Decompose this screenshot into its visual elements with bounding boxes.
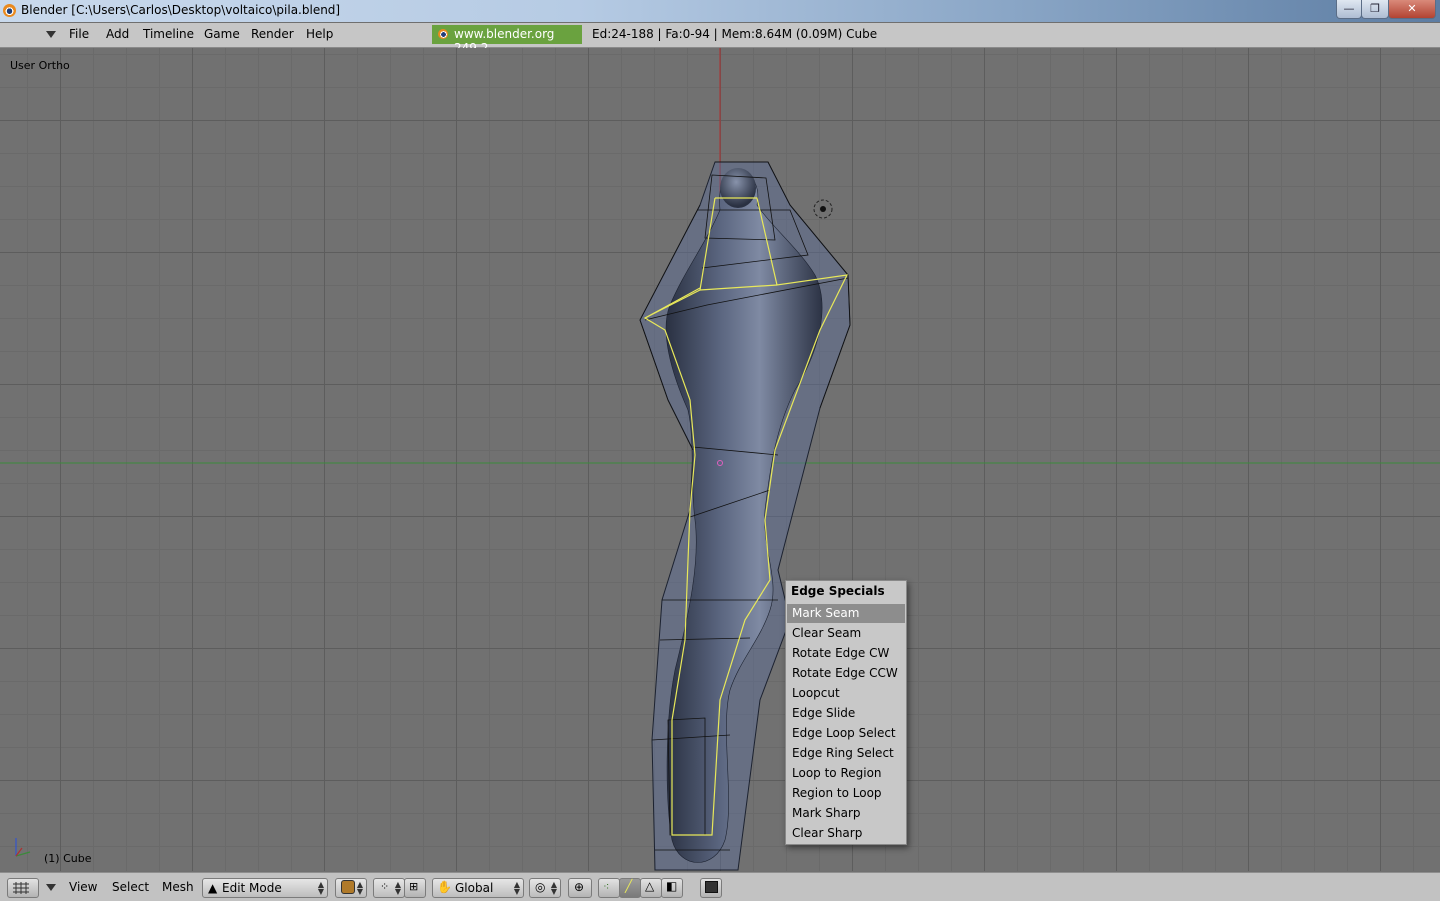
occlude-geometry-toggle[interactable]: ◧ [661,878,683,898]
edge-specials-title: Edge Specials [791,584,885,598]
menu-item-clear-seam[interactable]: Clear Seam [787,624,905,643]
header-collapse-icon[interactable] [46,31,56,38]
updown-arrows-icon: ▲ ▼ [317,880,324,896]
menu-item-label: Edge Loop Select [792,726,896,740]
maximize-button[interactable]: ❐ [1361,0,1389,19]
vertex-select-mode-button[interactable]: ⁖ [598,878,620,898]
menu-item-mark-seam[interactable]: Mark Seam [787,604,905,623]
menu-item-label: Rotate Edge CW [792,646,890,660]
menu-item-loop-to-region[interactable]: Loop to Region [787,764,905,783]
window-title-bar: Blender [C:\Users\Carlos\Desktop\voltaic… [0,0,1440,22]
object-label: (1) Cube [44,852,92,865]
menu-item-label: Loopcut [792,686,840,700]
blender-logo-icon [3,4,16,17]
menu-item-label: Mark Seam [792,606,860,620]
updown-arrows-icon: ▲ ▼ [550,880,557,896]
menu-add[interactable]: Add [106,27,129,41]
menu-mesh[interactable]: Mesh [162,880,194,894]
3d-viewport[interactable]: User Ortho (1) Cube [0,48,1440,871]
minimize-button[interactable]: — [1336,0,1362,19]
draw-type-select[interactable]: ▲ ▼ [335,878,367,898]
3d-cursor[interactable] [813,199,833,219]
manipulator-icon: ⊞ [409,880,419,893]
menu-item-mark-sharp[interactable]: Mark Sharp [787,804,905,823]
menu-item-label: Edge Ring Select [792,746,894,760]
pivot-icon: ⁘ [380,880,390,893]
menu-item-loopcut[interactable]: Loopcut [787,684,905,703]
pivot-select[interactable]: ⁘ ▲ ▼ [373,878,405,898]
menu-timeline[interactable]: Timeline [143,27,194,41]
face-select-mode-button[interactable]: △ [640,878,662,898]
menu-item-label: Mark Sharp [792,806,861,820]
updown-arrows-icon: ▲ ▼ [394,880,401,896]
editor-type-button[interactable] [7,878,39,898]
edit-mode-icon: ▲ [208,881,218,895]
menu-item-edge-ring-select[interactable]: Edge Ring Select [787,744,905,763]
menu-item-label: Clear Sharp [792,826,863,840]
menu-item-label: Clear Seam [792,626,862,640]
proportional-edit-icon: ◎ [535,880,546,894]
close-button[interactable]: ✕ [1388,0,1436,19]
grid-icon [13,882,29,894]
menu-item-label: Rotate Edge CCW [792,666,898,680]
updown-arrows-icon: ▲ ▼ [513,880,520,896]
window-title: Blender [C:\Users\Carlos\Desktop\voltaic… [21,3,341,17]
menu-item-rotate-edge-ccw[interactable]: Rotate Edge CCW [787,664,905,683]
magnet-icon: ⊕ [574,880,585,894]
menu-item-edge-loop-select[interactable]: Edge Loop Select [787,724,905,743]
manipulator-toggle[interactable]: ⊞ [404,878,426,898]
edge-select-mode-button[interactable]: ╱ [619,878,641,898]
menu-game[interactable]: Game [204,27,240,41]
updown-arrows-icon: ▲ ▼ [356,880,363,896]
menu-item-label: Edge Slide [792,706,856,720]
3d-view-header: View Select Mesh ▲ Edit Mode ▲ ▼ ▲ ▼ ⁘ ▲ ▼ … [0,872,1440,901]
view-label: User Ortho [10,59,70,72]
orientation-select[interactable]: ✋ Global ▲ ▼ [432,878,524,898]
mode-select[interactable]: ▲ Edit Mode ▲ ▼ [202,878,328,898]
scene-stats: Ed:24-188 | Fa:0-94 | Mem:8.64M (0.09M) … [592,27,878,41]
hand-icon: ✋ [437,880,452,894]
info-header: File Add Timeline Game Render Help www.b… [0,23,1440,55]
menu-item-edge-slide[interactable]: Edge Slide [787,704,905,723]
menu-item-label: Region to Loop [792,786,882,800]
mesh-head [720,168,756,208]
shaded-solid-icon [341,880,355,894]
blender-site-badge[interactable]: www.blender.org 249.2 [432,25,582,55]
mode-value: Edit Mode [222,881,282,895]
face-select-icon: △ [645,879,655,893]
edge-specials-menu: Edge Specials Mark Seam Clear Seam Rotat… [785,580,907,845]
edge-select-icon: ╱ [625,879,633,893]
header-collapse-icon[interactable] [46,884,56,891]
menu-item-clear-sharp[interactable]: Clear Sharp [787,824,905,843]
menu-file[interactable]: File [69,27,89,41]
blender-logo-icon [438,29,448,39]
cube-icon: ◧ [666,879,678,893]
menu-item-rotate-edge-cw[interactable]: Rotate Edge CW [787,644,905,663]
viewport-scene [0,48,1440,871]
menu-view[interactable]: View [69,880,97,894]
vertex-select-icon: ⁖ [603,880,610,893]
proportional-edit-select[interactable]: ◎ ▲ ▼ [529,878,561,898]
menu-select[interactable]: Select [112,880,149,894]
menu-render[interactable]: Render [251,27,294,41]
orientation-value: Global [455,881,494,895]
render-preview-button[interactable] [700,878,722,898]
render-icon [705,881,718,893]
menu-help[interactable]: Help [306,27,333,41]
axis-gizmo [15,838,31,857]
menu-item-region-to-loop[interactable]: Region to Loop [787,784,905,803]
snap-toggle[interactable]: ⊕ [568,878,592,898]
menu-item-label: Loop to Region [792,766,882,780]
